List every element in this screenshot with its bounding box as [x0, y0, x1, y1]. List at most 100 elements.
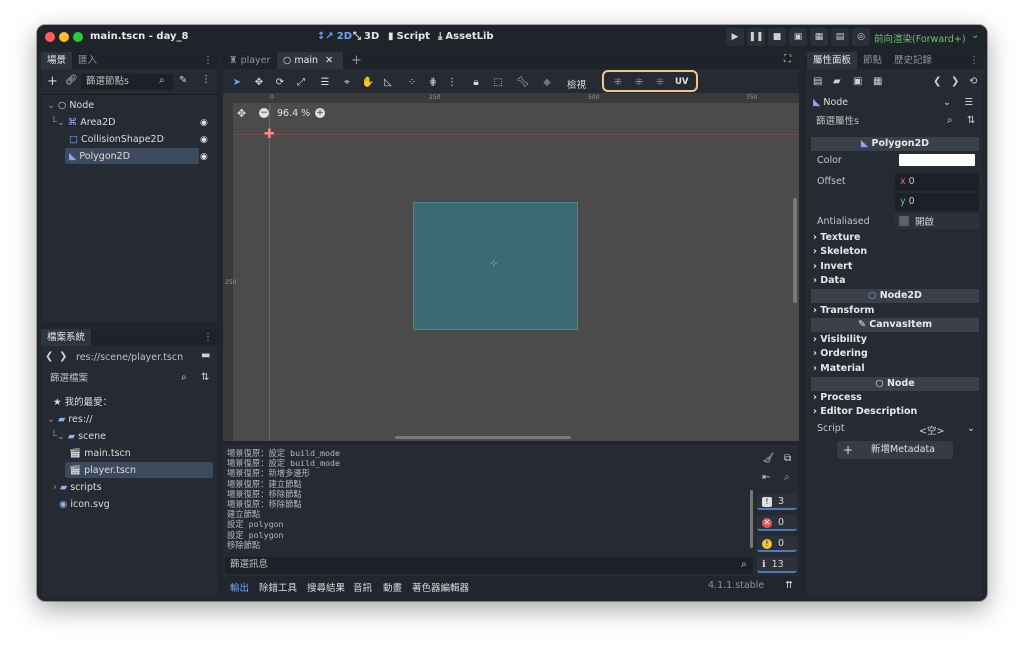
save-icon[interactable]: ▣	[853, 76, 862, 87]
dock-menu-icon[interactable]: ⋮	[969, 55, 979, 66]
scale-tool-icon[interactable]: ⤢	[294, 77, 308, 88]
nav-3d-button[interactable]: ⤡ 3D	[353, 31, 379, 42]
move-points-icon[interactable]: ⁜	[632, 77, 646, 88]
play-icon[interactable]: ▶	[726, 28, 744, 46]
color-swatch[interactable]	[899, 154, 975, 166]
link-icon[interactable]: 🔗︎	[65, 75, 78, 86]
zoom-in-icon[interactable]: +	[315, 108, 325, 118]
zoom-out-icon[interactable]: −	[259, 108, 269, 118]
inspected-node-select[interactable]: ◣ Node ⌄ ☰	[813, 95, 979, 111]
ruler-tool-icon[interactable]: ◺	[381, 77, 395, 88]
viewport[interactable]: 0 250 500 750 250 ✚ ✥ − 96.4 % + ⊹	[223, 93, 799, 441]
chevron-down-icon[interactable]: ⌄	[967, 423, 975, 434]
split-view-icon[interactable]: ▬	[201, 350, 210, 361]
horizontal-scrollbar[interactable]	[395, 436, 571, 439]
tab-audio[interactable]: 音訊	[353, 580, 372, 594]
move-tool-icon[interactable]: ✥	[252, 77, 266, 88]
rotate-tool-icon[interactable]: ⟳	[273, 77, 287, 88]
camera-override-icon[interactable]: ◆	[540, 77, 554, 88]
history-forward-icon[interactable]: ❯	[951, 76, 959, 87]
delete-points-icon[interactable]: ⁜	[653, 77, 667, 88]
tab-output[interactable]: 輸出	[230, 580, 249, 594]
messages-filter[interactable]: ! 3	[757, 494, 797, 510]
tree-node-area2d[interactable]: └⌄ ⌘ Area2D	[51, 115, 115, 131]
group-ordering[interactable]: › Ordering	[813, 348, 868, 359]
sort-icon[interactable]: ⇅	[201, 372, 209, 383]
group-invert[interactable]: › Invert	[813, 261, 852, 272]
file-item-icon-svg[interactable]: ◉ icon.svg	[59, 497, 110, 513]
group-editor-description[interactable]: › Editor Description	[813, 406, 917, 417]
add-metadata-button[interactable]: + 新增Metadata	[837, 441, 953, 459]
dock-menu-icon[interactable]: ⋮	[203, 55, 213, 66]
attach-script-icon[interactable]: ✎	[179, 75, 187, 86]
create-points-icon[interactable]: ⁜	[611, 77, 625, 88]
group-process[interactable]: › Process	[813, 392, 862, 403]
lock-icon[interactable]: 🔒︎	[469, 77, 483, 88]
open-folder-icon[interactable]: ▰	[833, 76, 841, 87]
nav-script-button[interactable]: ▮ Script	[388, 31, 430, 42]
chevron-down-icon[interactable]: ⌄	[971, 30, 979, 41]
vertical-scrollbar[interactable]	[793, 198, 797, 303]
visibility-eye-icon[interactable]: ◉	[200, 118, 208, 128]
select-tool-icon[interactable]: ➤	[230, 77, 244, 88]
file-item-res[interactable]: ⌄ ▰ res://	[47, 412, 92, 428]
tab-history[interactable]: 歷史記錄	[888, 52, 938, 69]
tab-shader-editor[interactable]: 著色器編輯器	[412, 580, 469, 594]
tab-filesystem[interactable]: 檔案系統	[41, 329, 92, 346]
center-view-icon[interactable]: ✥	[237, 107, 246, 120]
back-icon[interactable]: ❮	[45, 351, 53, 362]
extra-options-icon[interactable]: ▦	[873, 76, 882, 87]
group-transform[interactable]: › Transform	[813, 305, 874, 316]
errors-filter[interactable]: ✕ 0	[757, 515, 797, 531]
forward-icon[interactable]: ❯	[59, 351, 67, 362]
path-field[interactable]: res://scene/player.tscn	[71, 350, 197, 366]
dock-menu-icon[interactable]: ⋮	[203, 332, 213, 343]
script-value[interactable]: <空>	[919, 423, 944, 437]
nav-assetlib-button[interactable]: ⤓ AssetLib	[438, 31, 494, 42]
uv-editor-button[interactable]: UV	[675, 77, 688, 87]
nav-2d-button[interactable]: ↕↗ 2D	[317, 31, 352, 42]
grid-snap-icon[interactable]: ⋕	[426, 77, 440, 88]
offset-y-field[interactable]: y 0	[895, 193, 979, 211]
group-material[interactable]: › Material	[813, 363, 865, 374]
tab-main[interactable]: ○ main ✕	[277, 52, 343, 69]
log-scrollbar[interactable]	[750, 490, 753, 548]
group-skeleton[interactable]: › Skeleton	[813, 246, 867, 257]
history-back-icon[interactable]: ❮	[933, 76, 941, 87]
tab-scene[interactable]: 場景	[41, 52, 73, 69]
zoom-level[interactable]: 96.4 %	[277, 108, 310, 119]
offset-x-field[interactable]: x 0	[895, 173, 979, 191]
bone-icon[interactable]: 🦴︎	[516, 77, 530, 88]
doc-icon[interactable]: ☰	[964, 95, 973, 111]
pause-icon[interactable]: ❚❚	[747, 28, 765, 46]
file-item-scripts[interactable]: › ▰ scripts	[53, 480, 102, 496]
tab-player[interactable]: ♜ player	[223, 52, 276, 69]
tree-node-collisionshape2d[interactable]: □ CollisionShape2D	[69, 132, 164, 148]
file-filter-input[interactable]: 篩選檔案	[45, 371, 181, 387]
tree-node-polygon2d[interactable]: ◣ Polygon2D	[69, 149, 130, 165]
group-icon[interactable]: ⬚	[491, 77, 505, 88]
more-menu-icon[interactable]: ⋮	[445, 77, 459, 88]
add-node-icon[interactable]: +	[47, 74, 58, 89]
tab-import[interactable]: 匯入	[72, 52, 103, 69]
tab-animation[interactable]: 動畫	[383, 580, 402, 594]
file-item-scene[interactable]: └⌄ ▰ scene	[51, 429, 106, 445]
warnings-filter[interactable]: ! 0	[757, 536, 797, 552]
scene-menu-icon[interactable]: ⋮	[201, 74, 211, 85]
favorites-item[interactable]: ★ 我的最愛：	[53, 395, 112, 411]
collapse-icon[interactable]: ⇤	[762, 472, 770, 483]
visibility-eye-icon[interactable]: ◉	[200, 152, 208, 162]
pivot-icon[interactable]: ⌖	[340, 77, 354, 88]
stop-icon[interactable]: ■	[768, 28, 786, 46]
group-visibility[interactable]: › Visibility	[813, 334, 867, 345]
snap-icon[interactable]: ⁘	[405, 77, 419, 88]
property-sort-icon[interactable]: ⇅	[967, 115, 975, 126]
add-tab-icon[interactable]: +	[351, 52, 362, 69]
tab-search-results[interactable]: 搜尋結果	[307, 580, 345, 594]
message-filter-input[interactable]: 篩選訊息	[225, 557, 753, 574]
play-scene-icon[interactable]: ▦	[810, 28, 828, 46]
file-item-player-tscn[interactable]: 🎬︎ player.tscn	[69, 463, 136, 479]
close-window-button[interactable]	[45, 32, 55, 42]
movie-maker-icon[interactable]: ◎	[852, 28, 870, 46]
tree-node-root[interactable]: ⌄ ○ Node	[47, 98, 94, 114]
